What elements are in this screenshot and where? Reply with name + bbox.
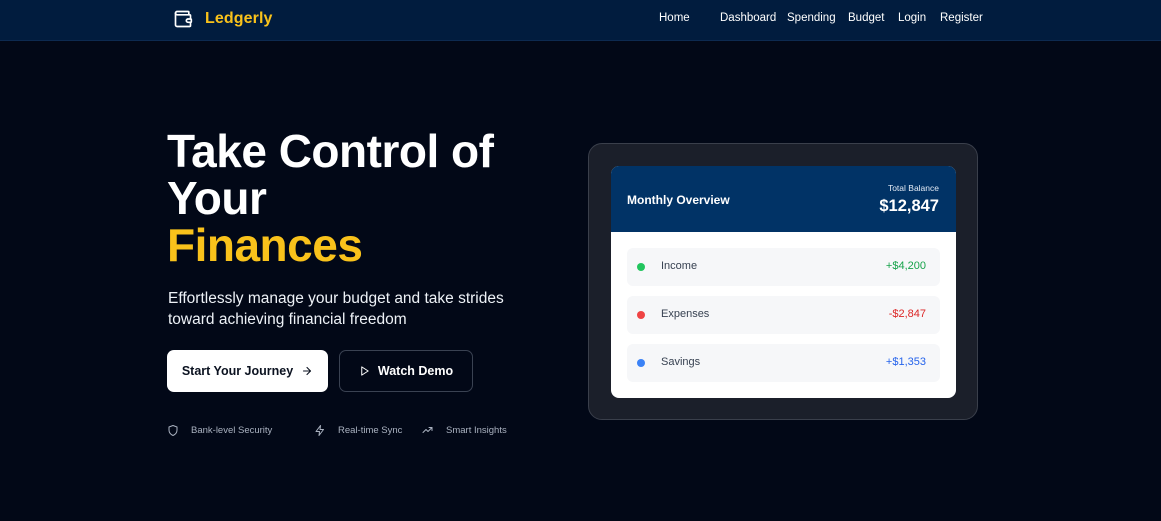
nav-link-register[interactable]: Register: [940, 12, 983, 24]
trending-up-icon: [422, 427, 433, 433]
start-journey-label: Start Your Journey: [181, 364, 294, 378]
feature-security-label: Bank-level Security: [191, 425, 273, 436]
play-icon: [361, 366, 369, 376]
overview-row-income: Income +$4,200: [627, 248, 940, 286]
expenses-value: -$2,847: [888, 308, 926, 320]
feature-insights: Smart Insights: [421, 424, 507, 436]
top-navbar: Ledgerly Home Dashboard Spending Budget …: [0, 0, 1161, 41]
feature-sync-label: Real-time Sync: [338, 425, 403, 436]
overview-title: Monthly Overview: [627, 193, 730, 207]
brand-name: Ledgerly: [205, 10, 273, 27]
overview-row-expenses: Expenses -$2,847: [627, 296, 940, 334]
income-dot-icon: [637, 263, 645, 271]
lightning-icon: [315, 425, 324, 436]
income-label: Income: [661, 260, 698, 272]
brand-logo[interactable]: Ledgerly: [173, 9, 273, 29]
total-balance-value: $12,847: [879, 197, 939, 215]
savings-value: +$1,353: [885, 356, 926, 368]
wallet-icon: [174, 10, 193, 28]
hero-title-accent: Finances: [167, 219, 363, 271]
overview-row-savings: Savings +$1,353: [627, 344, 940, 382]
expenses-label: Expenses: [661, 308, 710, 320]
nav-link-dashboard[interactable]: Dashboard: [720, 12, 776, 24]
feature-sync: Real-time Sync: [314, 424, 402, 437]
start-journey-button[interactable]: Start Your Journey: [167, 350, 328, 392]
total-balance-label: Total Balance: [887, 183, 939, 193]
monthly-overview-card: Monthly Overview Total Balance $12,847 I…: [611, 166, 956, 398]
income-value: +$4,200: [885, 260, 926, 272]
watch-demo-button[interactable]: Watch Demo: [339, 350, 473, 392]
nav-link-spending[interactable]: Spending: [787, 12, 836, 24]
watch-demo-label: Watch Demo: [377, 364, 454, 378]
arrow-right-icon: [303, 366, 312, 376]
hero-title-line1: Take Control of: [167, 125, 494, 177]
savings-dot-icon: [637, 359, 645, 367]
nav-link-budget[interactable]: Budget: [848, 12, 884, 24]
feature-security: Bank-level Security: [167, 424, 272, 437]
expenses-dot-icon: [637, 311, 645, 319]
hero-subtitle: Effortlessly manage your budget and take…: [168, 290, 504, 328]
overview-header: Monthly Overview Total Balance $12,847: [611, 166, 956, 232]
hero-title-line2: Your: [167, 172, 267, 224]
nav-link-home[interactable]: Home: [659, 12, 690, 24]
feature-insights-label: Smart Insights: [446, 424, 507, 436]
shield-icon: [168, 425, 178, 436]
nav-link-login[interactable]: Login: [898, 12, 926, 24]
hero-title: Take Control of Your Finances: [167, 125, 494, 271]
savings-label: Savings: [661, 356, 701, 368]
